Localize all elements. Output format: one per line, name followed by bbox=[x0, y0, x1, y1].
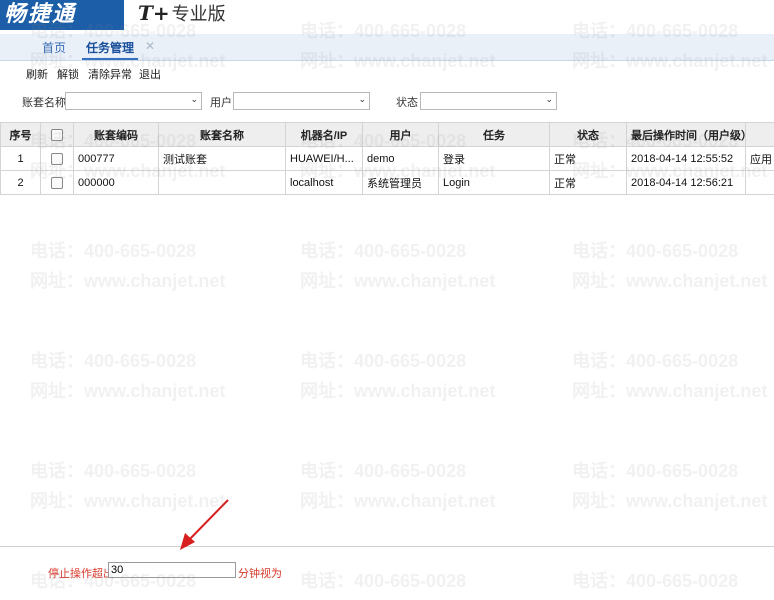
cell-account-code: 000777 bbox=[73, 146, 159, 171]
cell-select[interactable] bbox=[40, 146, 74, 171]
product-edition: 专业版 bbox=[171, 4, 226, 24]
cell-last-op-time: 2018-04-14 12:55:52 bbox=[626, 146, 746, 171]
chevron-down-icon: ⌄ bbox=[358, 94, 366, 104]
account-name-select[interactable]: ⌄ bbox=[65, 92, 202, 110]
watermark-phone: 电话：400-665-0028 bbox=[300, 461, 467, 481]
watermark-site: 网址：www.chanjet.net bbox=[30, 271, 226, 291]
cell-account-code: 000000 bbox=[73, 170, 159, 195]
col-user[interactable]: 用户 bbox=[362, 122, 439, 147]
watermark-phone: 电话：400-665-0028 bbox=[30, 241, 197, 261]
idle-timeout-input[interactable] bbox=[108, 562, 236, 578]
watermark-phone: 电话：400-665-0028 bbox=[30, 461, 197, 481]
table-row[interactable]: 1 000777 测试账套 HUAWEI/H... demo 登录 正常 201… bbox=[0, 146, 774, 171]
cell-machine: localhost bbox=[285, 170, 363, 195]
refresh-button[interactable]: 刷新 bbox=[26, 66, 48, 82]
col-account-name[interactable]: 账套名称 bbox=[158, 122, 286, 147]
toolbar: 刷新 解锁 清除异常 退出 bbox=[0, 62, 774, 84]
cell-extra bbox=[745, 170, 774, 195]
cell-select[interactable] bbox=[40, 170, 74, 195]
cell-user: 系统管理员 bbox=[362, 170, 439, 195]
cell-last-op-time: 2018-04-14 12:56:21 bbox=[626, 170, 746, 195]
tab-close-icon[interactable]: ✕ bbox=[145, 39, 155, 53]
cell-status: 正常 bbox=[549, 170, 627, 195]
col-account-code[interactable]: 账套编码 bbox=[73, 122, 159, 147]
watermark-site: 网址：www.chanjet.net bbox=[30, 381, 226, 401]
cell-task: Login bbox=[438, 170, 550, 195]
col-machine[interactable]: 机器名/IP bbox=[285, 122, 363, 147]
footer-divider bbox=[0, 546, 774, 547]
watermark-site: 网址：www.chanjet.net bbox=[300, 271, 496, 291]
cell-machine: HUAWEI/H... bbox=[285, 146, 363, 171]
watermark-phone: 电话：400-665-0028 bbox=[30, 351, 197, 371]
idle-timeout-row: 停止操作超出 分钟视为 bbox=[0, 562, 774, 582]
chevron-down-icon: ⌄ bbox=[190, 94, 198, 104]
col-seq: 序号 bbox=[0, 122, 41, 147]
product-prefix: T+ bbox=[138, 1, 170, 25]
clear-error-button[interactable]: 清除异常 bbox=[88, 66, 132, 82]
watermark-site: 网址：www.chanjet.net bbox=[572, 491, 768, 511]
watermark-site: 网址：www.chanjet.net bbox=[300, 491, 496, 511]
product-name: T+ 专业版 bbox=[138, 1, 226, 26]
filter-row: 账套名称 ⌄ 用户 ⌄ 状态 ⌄ bbox=[0, 90, 774, 112]
watermark-site: 网址：www.chanjet.net bbox=[300, 381, 496, 401]
watermark-phone: 电话：400-665-0028 bbox=[572, 461, 739, 481]
col-extra bbox=[745, 122, 774, 147]
status-select[interactable]: ⌄ bbox=[420, 92, 557, 110]
tabs-bar: 首页 任务管理 ✕ bbox=[0, 34, 774, 61]
unlock-button[interactable]: 解锁 bbox=[57, 66, 79, 82]
select-all-checkbox[interactable] bbox=[51, 128, 63, 141]
status-label: 状态 bbox=[396, 97, 418, 109]
watermark-site: 网址：www.chanjet.net bbox=[572, 271, 768, 291]
watermark-phone: 电话：400-665-0028 bbox=[300, 351, 467, 371]
watermark-phone: 电话：400-665-0028 bbox=[572, 351, 739, 371]
watermark-phone: 电话：400-665-0028 bbox=[572, 241, 739, 261]
tab-home[interactable]: 首页 bbox=[42, 39, 66, 56]
table-header-row: 序号 账套编码 账套名称 机器名/IP 用户 任务 状态 最后操作时间（用户级） bbox=[0, 122, 774, 147]
idle-timeout-label: 停止操作超出 bbox=[48, 568, 114, 580]
cell-account-name bbox=[158, 170, 286, 195]
cell-seq: 2 bbox=[0, 170, 41, 195]
user-select[interactable]: ⌄ bbox=[233, 92, 370, 110]
cell-extra: 应用 bbox=[745, 146, 774, 171]
cell-status: 正常 bbox=[549, 146, 627, 171]
table-row[interactable]: 2 000000 localhost 系统管理员 Login 正常 2018-0… bbox=[0, 170, 774, 195]
col-select-all[interactable] bbox=[40, 122, 74, 147]
watermark-site: 网址：www.chanjet.net bbox=[572, 381, 768, 401]
row-checkbox[interactable] bbox=[51, 152, 63, 165]
watermark-phone: 电话：400-665-0028 bbox=[300, 241, 467, 261]
cell-seq: 1 bbox=[0, 146, 41, 171]
col-last-op-time[interactable]: 最后操作时间（用户级） bbox=[626, 122, 746, 147]
user-label: 用户 bbox=[210, 97, 232, 109]
exit-button[interactable]: 退出 bbox=[139, 66, 161, 82]
brand-logo: 畅捷通 bbox=[0, 0, 124, 30]
col-status[interactable]: 状态 bbox=[549, 122, 627, 147]
cell-account-name: 测试账套 bbox=[158, 146, 286, 171]
col-task[interactable]: 任务 bbox=[438, 122, 550, 147]
task-table: 序号 账套编码 账套名称 机器名/IP 用户 任务 状态 最后操作时间（用户级）… bbox=[0, 122, 774, 195]
brand-bar: 畅捷通 T+ 专业版 bbox=[0, 0, 774, 34]
tab-task-management[interactable]: 任务管理 bbox=[81, 39, 139, 60]
chevron-down-icon: ⌄ bbox=[545, 94, 553, 104]
idle-timeout-unit: 分钟视为 bbox=[238, 568, 282, 580]
cell-user: demo bbox=[362, 146, 439, 171]
cell-task: 登录 bbox=[438, 146, 550, 171]
row-checkbox[interactable] bbox=[51, 176, 63, 189]
account-name-label: 账套名称 bbox=[22, 97, 66, 109]
annotation-arrow-icon bbox=[180, 499, 229, 550]
